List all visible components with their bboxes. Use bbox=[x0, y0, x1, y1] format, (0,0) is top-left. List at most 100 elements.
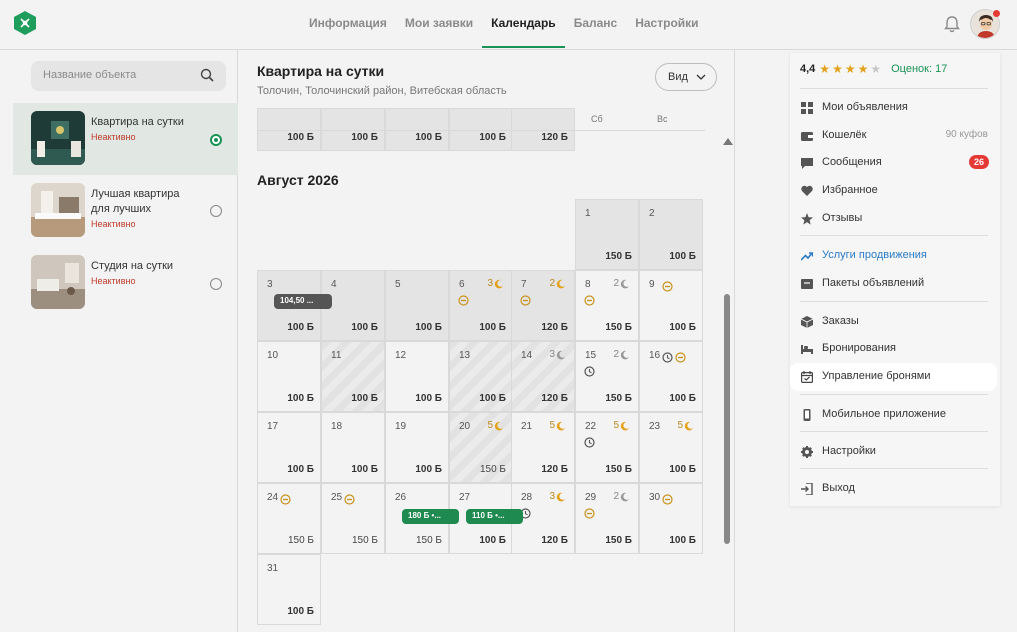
calendar-day-cell[interactable]: 23 100 Б 5 bbox=[639, 412, 703, 483]
booking-bar[interactable]: 104,50 ... bbox=[274, 294, 332, 309]
menu-item-phone[interactable]: Мобильное приложение bbox=[790, 404, 1000, 426]
weekday-sat: Сб bbox=[591, 114, 603, 124]
calendar-panel: Квартира на сутки Толочин, Толочинский р… bbox=[239, 50, 735, 632]
nav-my-requests[interactable]: Мои заявки bbox=[396, 0, 482, 48]
menu-item-box[interactable]: Заказы bbox=[790, 311, 1000, 333]
calendar-day-cell[interactable]: 2 100 Б bbox=[639, 199, 703, 270]
logo-icon[interactable] bbox=[12, 10, 38, 36]
calendar-day-cell[interactable]: 25 150 Б bbox=[321, 483, 385, 554]
calendar-day-cell[interactable]: 11 100 Б bbox=[321, 341, 385, 412]
calendar-day-cell[interactable]: 18 100 Б bbox=[321, 412, 385, 483]
calendar-day-cell[interactable]: 14 120 Б 3 bbox=[511, 341, 575, 412]
nav-settings[interactable]: Настройки bbox=[626, 0, 707, 48]
min-nights: 3 bbox=[549, 349, 566, 360]
nav-info[interactable]: Информация bbox=[300, 0, 396, 48]
calendar-day-cell[interactable]: 24 150 Б bbox=[257, 483, 321, 554]
object-name: Лучшая квартира для лучших bbox=[91, 188, 180, 215]
calendar-day-cell[interactable]: 16 100 Б bbox=[639, 341, 703, 412]
menu-item-gear[interactable]: Настройки bbox=[790, 441, 1000, 463]
menu-item-label: Выход bbox=[822, 482, 855, 494]
calendar-check-icon bbox=[801, 371, 813, 383]
box-icon bbox=[801, 316, 813, 328]
reviews-count[interactable]: Оценок: 17 bbox=[891, 63, 947, 75]
menu-item-label: Сообщения bbox=[822, 156, 882, 168]
day-price: 100 Б bbox=[287, 464, 314, 475]
menu-item-bed[interactable]: Бронирования bbox=[790, 338, 1000, 360]
object-radio[interactable] bbox=[210, 278, 222, 290]
day-number: 10 bbox=[267, 350, 279, 361]
calendar-day-cell[interactable]: 20 150 Б 5 bbox=[449, 412, 513, 483]
object-status: Неактивно bbox=[91, 219, 136, 229]
moon-icon bbox=[556, 421, 566, 431]
menu-item-trend[interactable]: Услуги продвижения bbox=[790, 245, 1000, 267]
calendar-day-cell[interactable]: 7 120 Б 2 bbox=[511, 270, 575, 341]
calendar-scrollbar[interactable] bbox=[724, 294, 730, 544]
menu-item-calendar-check[interactable]: Управление бронями bbox=[790, 363, 997, 391]
blocked-icon bbox=[280, 492, 291, 505]
calendar-day-cell[interactable]: 10 100 Б bbox=[257, 341, 321, 412]
search-icon[interactable] bbox=[200, 68, 214, 82]
calendar-day-cell[interactable]: 19 100 Б bbox=[385, 412, 449, 483]
calendar-day-cell[interactable]: 30 100 Б bbox=[639, 483, 703, 554]
menu-item-heart[interactable]: Избранное bbox=[790, 180, 1000, 202]
nav-calendar[interactable]: Календарь bbox=[482, 0, 565, 48]
day-price: 150 Б bbox=[605, 251, 632, 262]
star-icon: ★ bbox=[844, 62, 856, 76]
calendar-day-cell[interactable]: 9 100 Б bbox=[639, 270, 703, 341]
clock-icon bbox=[662, 350, 673, 363]
menu-item-star[interactable]: Отзывы bbox=[790, 208, 1000, 230]
day-price: 150 Б bbox=[415, 535, 442, 546]
day-price: 100 Б bbox=[415, 464, 442, 475]
day-price: 100 Б bbox=[287, 322, 314, 333]
object-item-1[interactable]: Квартира на сутки Неактивно bbox=[13, 103, 238, 175]
calendar-day-cell[interactable]: 13 100 Б bbox=[449, 341, 513, 412]
blocked-icon bbox=[344, 492, 355, 505]
day-number: 15 bbox=[585, 350, 597, 361]
moon-icon bbox=[494, 421, 504, 431]
menu-item-package[interactable]: Пакеты объявлений bbox=[790, 273, 1000, 295]
day-price: 100 Б bbox=[669, 464, 696, 475]
menu-item-chat[interactable]: Сообщения 26 bbox=[790, 152, 1000, 174]
day-number: 11 bbox=[331, 350, 342, 361]
calendar-day-cell[interactable]: 6 100 Б 3 bbox=[449, 270, 513, 341]
calendar-day-cell[interactable]: 15 150 Б 2 bbox=[575, 341, 639, 412]
calendar-day-cell[interactable]: 29 150 Б 2 bbox=[575, 483, 639, 554]
object-item-2[interactable]: Лучшая квартира для лучших Неактивно bbox=[13, 175, 238, 247]
calendar-day-cell[interactable]: 31 100 Б bbox=[257, 554, 321, 625]
calendar-day-cell[interactable]: 17 100 Б bbox=[257, 412, 321, 483]
object-status: Неактивно bbox=[91, 276, 136, 286]
min-nights: 3 bbox=[549, 491, 566, 502]
calendar-day-cell[interactable]: 1 150 Б bbox=[575, 199, 639, 270]
menu-item-grid[interactable]: Мои объявления bbox=[790, 97, 1000, 119]
min-nights: 2 bbox=[613, 349, 630, 360]
calendar-day-cell[interactable]: 8 150 Б 2 bbox=[575, 270, 639, 341]
min-nights: 5 bbox=[677, 420, 694, 431]
object-item-3[interactable]: Студия на сутки Неактивно bbox=[13, 247, 238, 319]
min-nights-value: 3 bbox=[549, 349, 555, 360]
heart-icon bbox=[801, 185, 813, 196]
calendar-day-cell[interactable]: 21 120 Б 5 bbox=[511, 412, 575, 483]
min-nights: 2 bbox=[613, 278, 630, 289]
object-search-field[interactable]: Название объекта bbox=[31, 61, 226, 91]
object-radio[interactable] bbox=[210, 205, 222, 217]
week-divider bbox=[257, 130, 705, 131]
nav-balance[interactable]: Баланс bbox=[565, 0, 627, 48]
booking-bar[interactable]: 110 Б •... bbox=[466, 509, 523, 524]
day-price: 100 Б bbox=[479, 132, 506, 143]
menu-divider bbox=[800, 88, 988, 89]
blocked-icon bbox=[675, 350, 686, 363]
menu-item-label: Настройки bbox=[822, 445, 876, 457]
view-dropdown[interactable]: Вид bbox=[655, 63, 717, 91]
menu-item-wallet[interactable]: Кошелёк 90 куфов bbox=[790, 125, 1000, 147]
object-radio-selected[interactable] bbox=[210, 134, 222, 146]
bell-icon[interactable] bbox=[944, 15, 960, 33]
menu-item-logout[interactable]: Выход bbox=[790, 478, 1000, 500]
day-price: 100 Б bbox=[287, 393, 314, 404]
day-price: 150 Б bbox=[351, 535, 378, 546]
day-number: 26 bbox=[395, 492, 407, 503]
booking-bar[interactable]: 180 Б •... bbox=[402, 509, 459, 524]
calendar-day-cell[interactable]: 12 100 Б bbox=[385, 341, 449, 412]
calendar-day-cell[interactable]: 5 100 Б bbox=[385, 270, 449, 341]
calendar-day-cell[interactable]: 22 150 Б 5 bbox=[575, 412, 639, 483]
scroll-up-arrow-icon[interactable] bbox=[723, 138, 733, 145]
